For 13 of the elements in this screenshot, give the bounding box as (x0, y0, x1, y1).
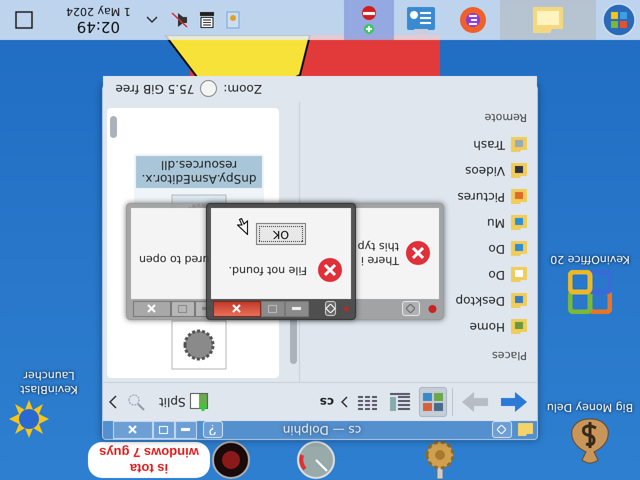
places-heading: Places (491, 348, 527, 362)
zoom-label: Zoom: (223, 82, 262, 96)
desktop-icon-label: Big Money Delu (546, 401, 634, 414)
sticker-text: is tota (130, 460, 168, 476)
free-space-label: 75.5 GiB free (115, 82, 194, 96)
desktop-icon-label: KevinOffice 20 (550, 253, 630, 266)
window-title: cs — Dolphin (282, 423, 362, 437)
desktop-icon-label: KevinBlast Launcher (19, 368, 79, 396)
remote-heading: Remote (484, 110, 527, 124)
sticker-text: windows 7 guys (99, 444, 199, 460)
dialog-message: ured to open (139, 253, 210, 266)
dialog-message: There i this typ (358, 240, 399, 268)
dialog-message: File not found. (228, 264, 307, 277)
